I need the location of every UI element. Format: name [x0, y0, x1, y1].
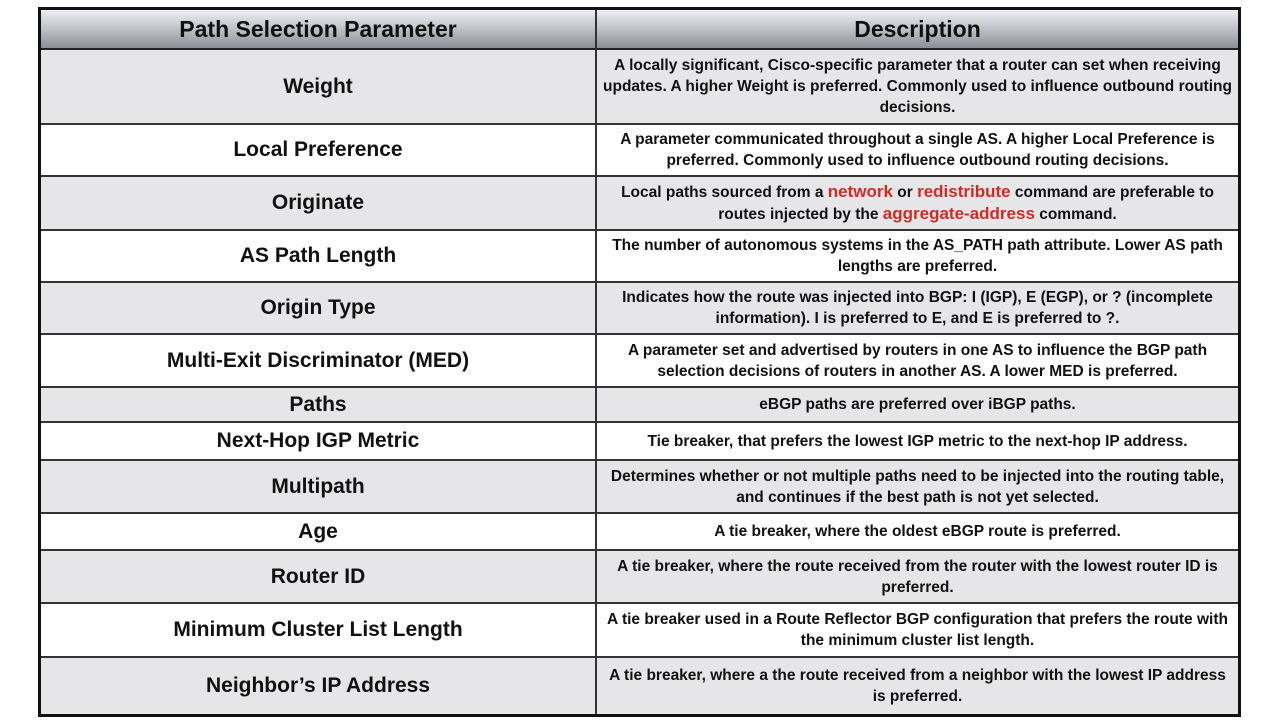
- header-description: Description: [597, 10, 1238, 50]
- row-desc-paths: eBGP paths are preferred over iBGP paths…: [597, 388, 1238, 423]
- row-param-min-cluster-list-length: Minimum Cluster List Length: [41, 604, 597, 658]
- row-desc-next-hop-igp-metric: Tie breaker, that prefers the lowest IGP…: [597, 423, 1238, 461]
- row-param-age: Age: [41, 514, 597, 551]
- row-desc-min-cluster-list-length: A tie breaker used in a Route Reflector …: [597, 604, 1238, 658]
- row-param-router-id: Router ID: [41, 551, 597, 604]
- row-param-as-path-length: AS Path Length: [41, 231, 597, 283]
- row-desc-multipath: Determines whether or not multiple paths…: [597, 461, 1238, 514]
- row-desc-router-id: A tie breaker, where the route received …: [597, 551, 1238, 604]
- bgp-path-selection-table: Path Selection Parameter Description Wei…: [38, 7, 1241, 717]
- row-param-local-preference: Local Preference: [41, 125, 597, 177]
- keyword-redistribute: redistribute: [917, 182, 1011, 201]
- row-param-paths: Paths: [41, 388, 597, 423]
- keyword-aggregate-address: aggregate-address: [882, 204, 1035, 223]
- row-desc-med: A parameter set and advertised by router…: [597, 335, 1238, 388]
- row-desc-weight: A locally significant, Cisco-specific pa…: [597, 50, 1238, 125]
- keyword-network: network: [827, 182, 893, 201]
- row-param-originate: Originate: [41, 177, 597, 231]
- row-param-neighbor-ip-address: Neighbor’s IP Address: [41, 658, 597, 714]
- row-desc-origin-type: Indicates how the route was injected int…: [597, 283, 1238, 335]
- row-param-origin-type: Origin Type: [41, 283, 597, 335]
- row-param-med: Multi-Exit Discriminator (MED): [41, 335, 597, 388]
- desc-text: or: [892, 184, 918, 201]
- header-param: Path Selection Parameter: [41, 10, 597, 50]
- desc-text: command.: [1034, 206, 1117, 223]
- row-param-multipath: Multipath: [41, 461, 597, 514]
- row-desc-originate: Local paths sourced from a network or re…: [597, 177, 1238, 231]
- row-desc-age: A tie breaker, where the oldest eBGP rou…: [597, 514, 1238, 551]
- row-param-weight: Weight: [41, 50, 597, 125]
- row-param-next-hop-igp-metric: Next-Hop IGP Metric: [41, 423, 597, 461]
- desc-text: Local paths sourced from a: [621, 184, 828, 201]
- row-desc-local-preference: A parameter communicated throughout a si…: [597, 125, 1238, 177]
- row-desc-as-path-length: The number of autonomous systems in the …: [597, 231, 1238, 283]
- row-desc-neighbor-ip-address: A tie breaker, where a the route receive…: [597, 658, 1238, 714]
